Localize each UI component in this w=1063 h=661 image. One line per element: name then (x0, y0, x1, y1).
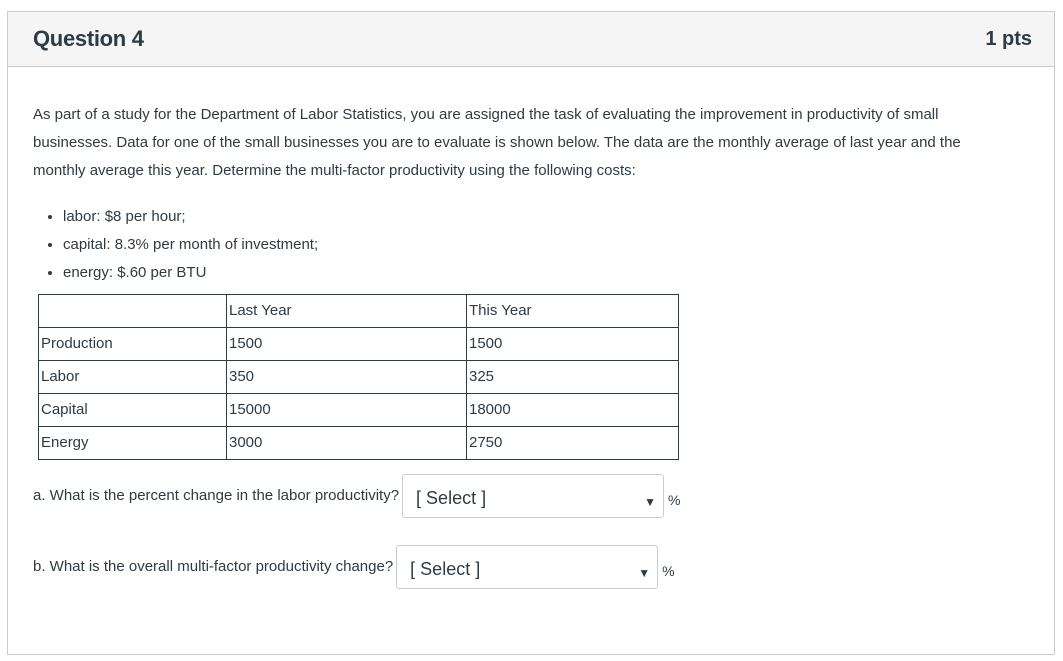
table-row: Capital 15000 18000 (38, 393, 679, 427)
answer-a-select[interactable]: [ Select ] ▼ (402, 474, 665, 518)
table-cell: 3000 (226, 426, 467, 460)
question-header: Question 4 1 pts (8, 12, 1054, 67)
table-cell: 2750 (466, 426, 679, 460)
answer-b-prompt: b. What is the overall multi-factor prod… (33, 558, 394, 575)
cost-item-energy: energy: $.60 per BTU (63, 259, 1054, 287)
table-cell: Production (38, 327, 227, 361)
answer-b-selected-value: [ Select ] (410, 559, 481, 579)
answer-row-a: a. What is the percent change in the lab… (33, 474, 1054, 518)
table-cell: 350 (226, 360, 467, 394)
table-cell: Capital (38, 393, 227, 427)
cost-item-labor: labor: $8 per hour; (63, 203, 1054, 231)
table-cell: 325 (466, 360, 679, 394)
dropdown-arrow-icon: ▼ (644, 495, 657, 509)
table-cell: Energy (38, 426, 227, 460)
table-cell: 1500 (466, 327, 679, 361)
table-header-cell: This Year (466, 294, 679, 328)
question-intro: As part of a study for the Department of… (33, 106, 961, 179)
answer-a-selected-value: [ Select ] (416, 488, 487, 508)
cost-item-capital: capital: 8.3% per month of investment; (63, 231, 1054, 259)
productivity-table: Last Year This Year Production 1500 1500… (38, 294, 679, 460)
question-title: Question 4 (33, 26, 144, 51)
table-cell: 1500 (226, 327, 467, 361)
answer-row-b: b. What is the overall multi-factor prod… (33, 545, 1054, 589)
table-cell: Labor (38, 360, 227, 394)
table-cell: 15000 (226, 393, 467, 427)
dropdown-arrow-icon: ▼ (638, 566, 651, 580)
answer-a-unit: % (668, 492, 681, 508)
table-cell: 18000 (466, 393, 679, 427)
question-body: As part of a study for the Department of… (8, 67, 1054, 589)
question-points: 1 pts (985, 27, 1032, 50)
table-row: Production 1500 1500 (38, 327, 679, 361)
question-card: Question 4 1 pts As part of a study for … (7, 11, 1055, 655)
table-row: Labor 350 325 (38, 360, 679, 394)
answer-b-unit: % (662, 563, 675, 579)
answer-a-prompt: a. What is the percent change in the lab… (33, 487, 400, 504)
cost-list: labor: $8 per hour; capital: 8.3% per mo… (33, 203, 1054, 287)
table-header-cell (38, 294, 227, 328)
table-row: Energy 3000 2750 (38, 426, 679, 460)
answer-b-select[interactable]: [ Select ] ▼ (396, 545, 659, 589)
table-header-row: Last Year This Year (38, 294, 679, 328)
table-header-cell: Last Year (226, 294, 467, 328)
